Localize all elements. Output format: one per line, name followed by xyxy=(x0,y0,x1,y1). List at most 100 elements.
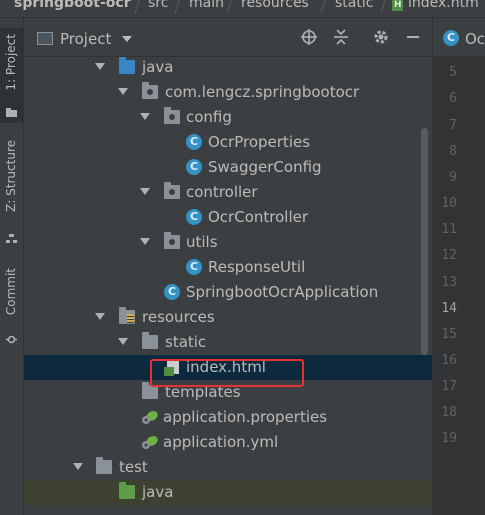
line-number: 12 xyxy=(441,248,457,263)
tool-tab-label: Z: Structure xyxy=(4,140,18,212)
class-icon xyxy=(186,159,202,175)
tree-item-package[interactable]: com.lengcz.springbootocr xyxy=(24,80,432,105)
tool-tab-commit[interactable]: Commit xyxy=(0,264,23,349)
tree-item-label: application.properties xyxy=(163,408,328,426)
line-number: 9 xyxy=(449,170,457,185)
tree-item-label: SwaggerConfig xyxy=(208,158,322,176)
tree-item-class[interactable]: SwaggerConfig xyxy=(24,155,432,180)
tree-item-java[interactable]: java xyxy=(24,55,432,80)
tree-item-class[interactable]: OcrController xyxy=(24,205,432,230)
minimize-icon[interactable] xyxy=(404,28,422,46)
editor-gutter: Oc 5 6 7 8 9 10 11 12 13 14 15 16 17 18 … xyxy=(432,18,485,515)
folder-icon xyxy=(142,382,158,399)
breadcrumb-item-src[interactable]: src xyxy=(148,0,168,10)
highlight-box xyxy=(150,359,304,387)
folder-icon xyxy=(6,108,17,117)
chevron-down-icon[interactable] xyxy=(118,338,128,345)
tree-item-controller[interactable]: controller xyxy=(24,180,432,205)
folder-icon xyxy=(96,457,112,474)
chevron-down-icon[interactable] xyxy=(95,313,105,320)
panel-header: Project xyxy=(24,18,432,57)
tree-item-label: java xyxy=(142,58,174,76)
package-icon xyxy=(164,232,180,249)
springboot-class-icon xyxy=(164,284,180,300)
breadcrumb-item-project[interactable]: springboot-ocr xyxy=(14,0,131,10)
breadcrumb-item-file[interactable]: index.htm xyxy=(408,0,479,10)
tree-item-config[interactable]: config xyxy=(24,105,432,130)
tree-item-test-java[interactable]: java xyxy=(24,480,432,505)
breadcrumb: springboot-ocr src main resources static… xyxy=(0,0,485,18)
line-number: 13 xyxy=(441,275,457,290)
tree-item-label: utils xyxy=(186,233,218,251)
package-icon xyxy=(142,82,158,99)
tree-item-test[interactable]: test xyxy=(24,455,432,480)
chevron-down-icon[interactable] xyxy=(95,63,105,70)
line-number: 11 xyxy=(441,222,457,237)
chevron-down-icon[interactable] xyxy=(122,36,132,42)
tree-item-label: SpringbootOcrApplication xyxy=(186,283,379,301)
breadcrumb-separator xyxy=(174,0,181,13)
tree-item-label: com.lengcz.springbootocr xyxy=(165,83,360,101)
tree-item-label: static xyxy=(165,333,207,351)
line-number: 6 xyxy=(449,91,457,106)
commit-icon xyxy=(6,335,17,344)
line-number: 5 xyxy=(449,65,457,80)
source-folder-icon xyxy=(119,57,135,74)
tree-item-label: config xyxy=(186,108,232,126)
project-panel: Project java com.lengcz.springbootocr co… xyxy=(24,18,432,515)
tool-tab-label: Commit xyxy=(4,268,18,316)
line-number: 18 xyxy=(441,405,457,420)
breadcrumb-item-resources[interactable]: resources xyxy=(241,0,309,10)
chevron-down-icon[interactable] xyxy=(118,88,128,95)
package-icon xyxy=(164,182,180,199)
line-number: 19 xyxy=(441,431,457,446)
tree-item-application-yml[interactable]: application.yml xyxy=(24,430,432,455)
line-number: 10 xyxy=(441,196,457,211)
folder-icon xyxy=(142,332,158,349)
tool-tab-structure[interactable]: Z: Structure xyxy=(0,136,23,251)
structure-icon xyxy=(6,234,17,243)
panel-title[interactable]: Project xyxy=(60,30,111,48)
tool-tab-project[interactable]: 1: Project xyxy=(0,28,23,123)
tree-item-label: resources xyxy=(142,308,215,326)
tree-item-application-class[interactable]: SpringbootOcrApplication xyxy=(24,280,432,305)
tree-item-label: test xyxy=(119,458,148,476)
tree-item-label: ResponseUtil xyxy=(208,258,306,276)
tree-item-label: OcrController xyxy=(208,208,309,226)
editor-tab-label: Oc xyxy=(465,30,485,48)
editor-tab[interactable]: Oc xyxy=(433,18,485,57)
tree-item-class[interactable]: ResponseUtil xyxy=(24,255,432,280)
tree-item-class[interactable]: OcrProperties xyxy=(24,130,432,155)
breadcrumb-item-static[interactable]: static xyxy=(335,0,373,10)
tree-item-resources[interactable]: resources xyxy=(24,305,432,330)
class-icon xyxy=(186,134,202,150)
gear-icon[interactable] xyxy=(372,28,390,46)
breadcrumb-item-main[interactable]: main xyxy=(189,0,224,10)
breadcrumb-separator xyxy=(320,0,327,13)
tree-item-label: java xyxy=(142,483,174,501)
tree-item-static[interactable]: static xyxy=(24,330,432,355)
chevron-down-icon[interactable] xyxy=(140,238,150,245)
tree-item-application-properties[interactable]: application.properties xyxy=(24,405,432,430)
locate-icon[interactable] xyxy=(300,28,318,46)
tree-item-utils[interactable]: utils xyxy=(24,230,432,255)
breadcrumb-separator xyxy=(380,0,387,13)
spring-leaf-icon xyxy=(142,436,158,449)
chevron-down-icon[interactable] xyxy=(73,463,83,470)
package-icon xyxy=(164,107,180,124)
tree-item-label: application.yml xyxy=(163,433,279,451)
line-number: 15 xyxy=(441,327,457,342)
chevron-down-icon[interactable] xyxy=(140,113,150,120)
class-icon xyxy=(186,209,202,225)
line-number: 7 xyxy=(449,118,457,133)
html-file-icon xyxy=(392,0,403,11)
line-number: 8 xyxy=(449,144,457,159)
project-view-icon xyxy=(37,32,53,45)
class-icon xyxy=(443,30,459,46)
chevron-down-icon[interactable] xyxy=(140,188,150,195)
resources-folder-icon xyxy=(119,307,135,324)
tree-item-label: controller xyxy=(186,183,258,201)
vertical-scrollbar[interactable] xyxy=(421,128,428,355)
line-number-current: 14 xyxy=(441,301,457,316)
collapse-all-icon[interactable] xyxy=(332,28,350,46)
